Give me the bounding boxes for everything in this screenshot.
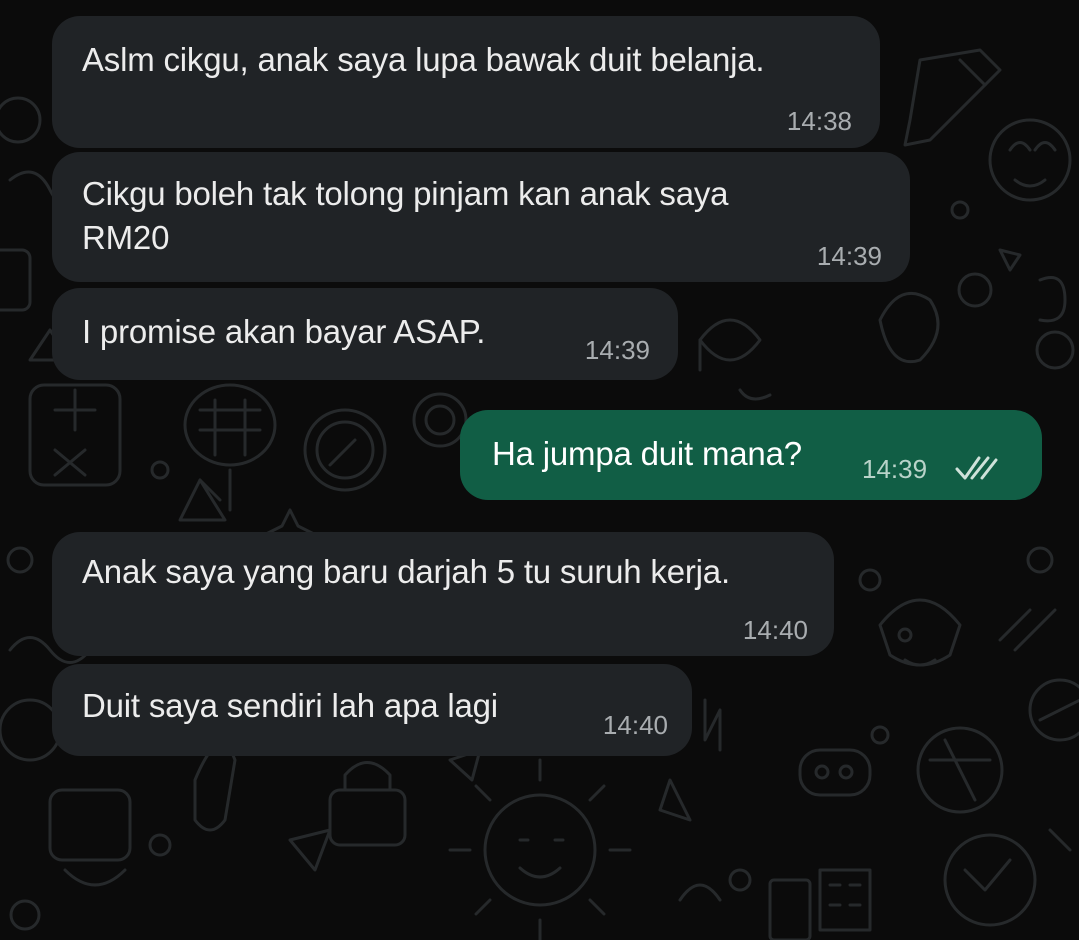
message-bubble-4[interactable]: Ha jumpa duit mana? 14:39 bbox=[460, 410, 1042, 500]
message-time: 14:39 bbox=[584, 335, 650, 365]
message-time: 14:39 bbox=[862, 454, 928, 484]
message-time: 14:39 bbox=[816, 241, 882, 271]
message-time: 14:40 bbox=[742, 615, 808, 645]
message-text: Aslm cikgu, anak saya lupa bawak duit be… bbox=[82, 41, 765, 78]
message-bubble-3[interactable]: I promise akan bayar ASAP. 14:39 bbox=[52, 288, 678, 380]
message-time: 14:38 bbox=[786, 106, 852, 136]
message-text: Anak saya yang baru darjah 5 tu suruh ke… bbox=[82, 553, 730, 590]
message-text: I promise akan bayar ASAP. bbox=[82, 313, 486, 350]
message-bubble-2[interactable]: Cikgu boleh tak tolong pinjam kan anak s… bbox=[52, 152, 910, 282]
message-text: Cikgu boleh tak tolong pinjam kan anak s… bbox=[82, 175, 729, 256]
message-bubble-1[interactable]: Aslm cikgu, anak saya lupa bawak duit be… bbox=[52, 16, 880, 148]
message-text: Duit saya sendiri lah apa lagi bbox=[82, 687, 498, 724]
double-check-icon bbox=[955, 456, 998, 480]
message-bubble-5[interactable]: Anak saya yang baru darjah 5 tu suruh ke… bbox=[52, 532, 834, 656]
message-time: 14:40 bbox=[602, 710, 668, 740]
message-bubble-6[interactable]: Duit saya sendiri lah apa lagi 14:40 bbox=[52, 664, 692, 756]
chat-conversation: Aslm cikgu, anak saya lupa bawak duit be… bbox=[0, 0, 1079, 940]
message-text: Ha jumpa duit mana? bbox=[492, 435, 802, 472]
